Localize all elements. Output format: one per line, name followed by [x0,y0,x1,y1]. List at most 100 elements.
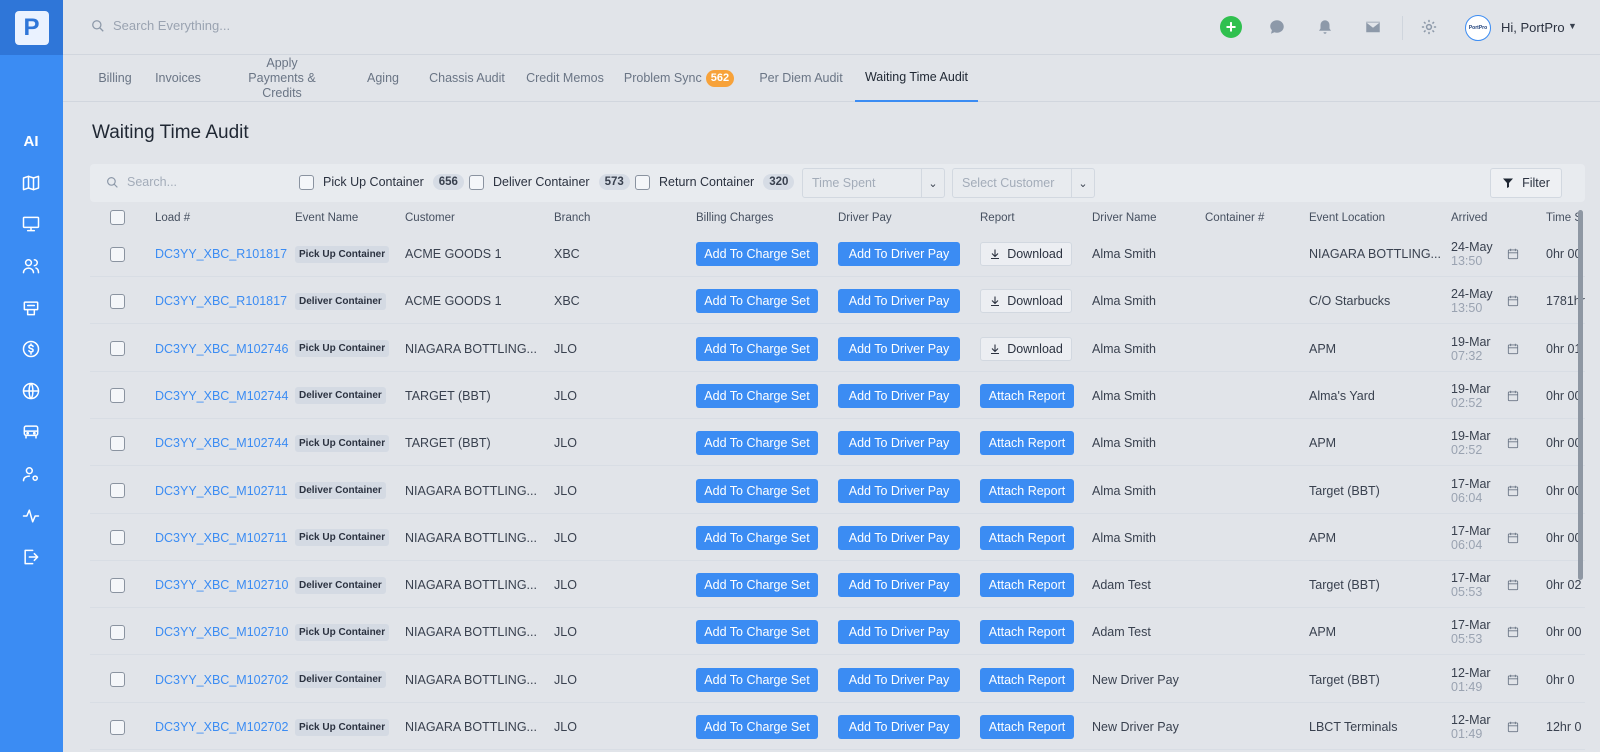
col-report[interactable]: Report [980,212,1015,224]
row-checkbox[interactable] [110,341,125,357]
row-checkbox[interactable] [110,719,125,735]
bell-icon[interactable] [1314,16,1336,38]
add-to-charge-set-button[interactable]: Add To Charge Set [696,525,818,550]
return-filter[interactable]: Return Container 320 [635,174,795,190]
tab-credit-memos[interactable]: Credit Memos [522,55,608,102]
user-settings-icon[interactable] [19,462,43,486]
add-to-driver-pay-button[interactable]: Add To Driver Pay [838,242,960,266]
add-to-driver-pay-button[interactable]: Add To Driver Pay [838,289,960,314]
select-all-checkbox[interactable] [110,210,125,225]
tab-problem-sync[interactable]: Problem Sync 562 [623,55,735,102]
download-button[interactable]: Download [980,289,1072,314]
col-event-location[interactable]: Event Location [1309,212,1385,224]
load-link[interactable]: DC3YY_XBC_M102702 [155,704,288,750]
tab-chassis-audit[interactable]: Chassis Audit [425,55,509,102]
col-billing-charges[interactable]: Billing Charges [696,212,773,224]
load-link[interactable]: DC3YY_XBC_R101817 [155,231,287,277]
ai-icon[interactable]: AI [19,129,43,153]
add-to-driver-pay-button[interactable]: Add To Driver Pay [838,573,960,598]
add-to-charge-set-button[interactable]: Add To Charge Set [696,573,818,598]
tab-per-diem-audit[interactable]: Per Diem Audit [754,55,848,102]
col-driver-pay[interactable]: Driver Pay [838,212,892,224]
col-time-spent[interactable]: Time S [1546,212,1582,224]
row-checkbox[interactable] [110,577,125,593]
load-link[interactable]: DC3YY_XBC_R101817 [155,278,287,324]
add-to-driver-pay-button[interactable]: Add To Driver Pay [838,620,960,645]
globe-icon[interactable] [19,379,43,403]
deliver-filter[interactable]: Deliver Container 573 [469,174,630,190]
attach-report-button[interactable]: Attach Report [980,431,1074,456]
app-logo[interactable]: P [0,0,63,55]
attach-report-button[interactable]: Attach Report [980,478,1074,503]
attach-report-button[interactable]: Attach Report [980,383,1074,408]
calendar-icon[interactable] [1506,562,1520,608]
load-link[interactable]: DC3YY_XBC_M102702 [155,657,288,703]
add-to-charge-set-button[interactable]: Add To Charge Set [696,383,818,408]
billing-icon[interactable] [19,337,43,361]
row-checkbox[interactable] [110,672,125,688]
table-search[interactable]: Search... [106,175,177,189]
attach-report-button[interactable]: Attach Report [980,525,1074,550]
map-icon[interactable] [19,171,43,195]
time-spent-select[interactable]: Time Spent ⌄ [802,168,945,198]
customer-select[interactable]: Select Customer ⌄ [952,168,1095,198]
user-greeting[interactable]: Hi, PortPro [1501,20,1565,35]
tab-waiting-time-audit[interactable]: Waiting Time Audit [855,55,978,102]
global-search-input[interactable]: Search Everything... [113,18,230,33]
users-icon[interactable] [19,254,43,278]
filter-button[interactable]: Filter [1490,168,1562,198]
calendar-icon[interactable] [1506,468,1520,514]
calendar-icon[interactable] [1506,373,1520,419]
add-icon[interactable]: + [1220,16,1242,38]
tab-aging[interactable]: Aging [363,55,403,102]
tab-apply-payments[interactable]: Apply Payments & Credits [227,55,337,102]
calendar-icon[interactable] [1506,420,1520,466]
activity-icon[interactable] [19,504,43,528]
add-to-charge-set-button[interactable]: Add To Charge Set [696,667,818,692]
tab-invoices[interactable]: Invoices [153,55,203,102]
truck-icon[interactable] [19,420,43,444]
col-event-name[interactable]: Event Name [295,212,358,224]
pickup-filter[interactable]: Pick Up Container 656 [299,174,464,190]
attach-report-button[interactable]: Attach Report [980,620,1074,645]
download-button[interactable]: Download [980,242,1072,266]
row-checkbox[interactable] [110,293,125,309]
add-to-driver-pay-button[interactable]: Add To Driver Pay [838,525,960,550]
add-to-charge-set-button[interactable]: Add To Charge Set [696,336,818,361]
add-to-charge-set-button[interactable]: Add To Charge Set [696,478,818,503]
calendar-icon[interactable] [1506,657,1520,703]
logout-icon[interactable] [19,545,43,569]
add-to-driver-pay-button[interactable]: Add To Driver Pay [838,431,960,456]
load-link[interactable]: DC3YY_XBC_M102744 [155,373,288,419]
download-button[interactable]: Download [980,336,1072,361]
calendar-icon[interactable] [1506,515,1520,561]
calendar-icon[interactable] [1506,609,1520,655]
col-driver-name[interactable]: Driver Name [1092,212,1157,224]
load-link[interactable]: DC3YY_XBC_M102710 [155,609,288,655]
row-checkbox[interactable] [110,435,125,451]
attach-report-button[interactable]: Attach Report [980,715,1074,739]
row-checkbox[interactable] [110,246,125,262]
mail-icon[interactable] [1362,16,1384,38]
monitor-icon[interactable] [19,212,43,236]
caret-down-icon[interactable]: ▼ [1568,21,1577,31]
calendar-icon[interactable] [1506,704,1520,750]
col-load[interactable]: Load # [155,212,190,224]
calendar-icon[interactable] [1506,231,1520,277]
add-to-driver-pay-button[interactable]: Add To Driver Pay [838,715,960,739]
chevron-down-icon[interactable]: ⌄ [921,169,944,197]
add-to-driver-pay-button[interactable]: Add To Driver Pay [838,478,960,503]
add-to-driver-pay-button[interactable]: Add To Driver Pay [838,336,960,361]
add-to-driver-pay-button[interactable]: Add To Driver Pay [838,383,960,408]
attach-report-button[interactable]: Attach Report [980,573,1074,598]
load-link[interactable]: DC3YY_XBC_M102746 [155,326,288,372]
global-search[interactable]: Search Everything... [91,18,230,33]
attach-report-button[interactable]: Attach Report [980,667,1074,692]
col-branch[interactable]: Branch [554,212,590,224]
row-checkbox[interactable] [110,388,125,404]
add-to-charge-set-button[interactable]: Add To Charge Set [696,431,818,456]
return-checkbox[interactable] [635,174,650,190]
load-link[interactable]: DC3YY_XBC_M102744 [155,420,288,466]
table-search-input[interactable]: Search... [127,175,177,189]
row-checkbox[interactable] [110,530,125,546]
